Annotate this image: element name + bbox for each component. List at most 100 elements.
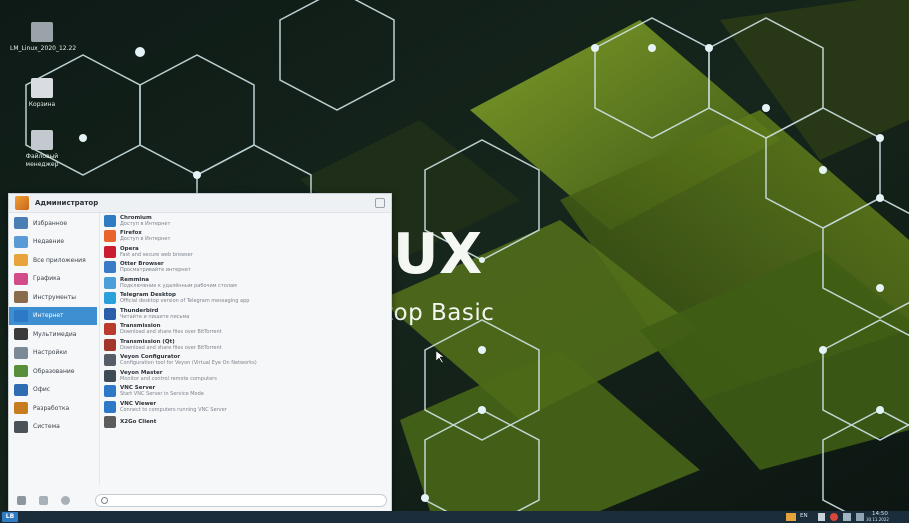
category-item[interactable]: Избранное xyxy=(9,214,97,233)
app-item[interactable]: X2Go Client xyxy=(100,415,388,431)
category-item[interactable]: Система xyxy=(9,418,97,437)
category-label: Все приложения xyxy=(33,256,86,264)
app-item[interactable]: Opera Fast and secure web browser xyxy=(100,244,388,260)
trash-icon xyxy=(31,78,53,98)
search-input[interactable] xyxy=(112,496,366,505)
category-icon xyxy=(14,365,28,378)
category-icon xyxy=(14,235,28,248)
app-item[interactable]: Telegram Desktop Official desktop version… xyxy=(100,291,388,307)
computer-icon[interactable] xyxy=(17,496,26,505)
app-description: Download and share files over BitTorrent xyxy=(120,344,222,351)
category-icon xyxy=(14,402,28,415)
network-icon[interactable] xyxy=(843,513,851,521)
browser-icon[interactable] xyxy=(830,513,838,521)
category-item[interactable]: Инструменты xyxy=(9,288,97,307)
category-label: Мультимедиа xyxy=(33,330,77,338)
app-item[interactable]: Veyon Configurator Configuration tool for… xyxy=(100,353,388,369)
clipboard-icon[interactable] xyxy=(818,513,825,521)
app-icon xyxy=(104,369,116,382)
category-item[interactable]: Графика xyxy=(9,270,97,289)
category-icon xyxy=(14,217,28,230)
history-icon[interactable] xyxy=(39,496,48,505)
user-avatar-icon xyxy=(15,196,29,210)
menu-bottom-bar xyxy=(9,490,391,512)
category-label: Недавние xyxy=(33,238,65,246)
mouse-cursor-icon xyxy=(436,351,445,363)
category-icon xyxy=(14,272,28,285)
search-box[interactable] xyxy=(95,494,387,507)
app-item[interactable]: Transmission (Qt) Download and share file… xyxy=(100,337,388,353)
app-description: Start VNC Server in Service Mode xyxy=(120,391,204,398)
category-icon xyxy=(14,328,28,341)
app-description: Читайте и пишите письма xyxy=(120,313,190,320)
app-icon xyxy=(104,292,116,305)
search-icon xyxy=(101,497,108,504)
category-label: Образование xyxy=(33,367,75,375)
category-icon xyxy=(14,309,28,322)
category-icon xyxy=(14,420,28,433)
app-icon xyxy=(104,261,116,274)
desktop-icon-label: Файловый менеджер xyxy=(25,153,59,168)
category-label: Офис xyxy=(33,386,51,394)
computer-icon xyxy=(31,22,53,42)
app-name: X2Go Client xyxy=(120,419,157,426)
app-item[interactable]: Thunderbird Читайте и пишите письма xyxy=(100,306,388,322)
app-icon xyxy=(104,354,116,367)
category-icon xyxy=(14,291,28,304)
category-icon xyxy=(14,383,28,396)
wallpaper-subtitle: top Basic xyxy=(384,300,495,326)
keyboard-layout[interactable]: EN xyxy=(800,513,808,519)
menu-header: Администратор xyxy=(9,194,391,213)
category-item[interactable]: Настройки xyxy=(9,344,97,363)
app-item[interactable]: Veyon Master Monitor and control remote c… xyxy=(100,368,388,384)
app-icon xyxy=(104,276,116,289)
app-description: Доступ в Интернет xyxy=(120,236,171,243)
folder-icon[interactable] xyxy=(786,513,796,521)
app-description: Configuration tool for Veyon (Virtual Ey… xyxy=(120,360,257,367)
desktop-icon-trash[interactable]: Корзина xyxy=(10,78,74,109)
category-item[interactable]: Мультимедиа xyxy=(9,325,97,344)
app-item[interactable]: Transmission Download and share files ove… xyxy=(100,322,388,338)
app-item[interactable]: Firefox Доступ в Интернет xyxy=(100,229,388,245)
category-label: Интернет xyxy=(33,312,64,320)
app-item[interactable]: Chromium Доступ в Интернет xyxy=(100,213,388,229)
category-item[interactable]: Недавние xyxy=(9,233,97,252)
app-icon xyxy=(104,323,116,336)
category-icon xyxy=(14,254,28,267)
category-label: Избранное xyxy=(33,219,68,227)
pin-menu-icon[interactable] xyxy=(375,198,385,208)
category-label: Графика xyxy=(33,275,61,283)
category-item[interactable]: Разработка xyxy=(9,399,97,418)
category-item[interactable]: Интернет xyxy=(9,306,97,325)
power-icon[interactable] xyxy=(61,496,70,505)
category-label: Разработка xyxy=(33,404,70,412)
app-icon xyxy=(104,230,116,243)
clock-date[interactable]: 30.11.2022 xyxy=(866,517,889,522)
category-item[interactable]: Образование xyxy=(9,362,97,381)
category-item[interactable]: Все приложения xyxy=(9,251,97,270)
app-icon xyxy=(104,385,116,398)
category-label: Система xyxy=(33,423,60,431)
category-label: Инструменты xyxy=(33,293,76,301)
app-icon xyxy=(104,416,116,429)
app-icon xyxy=(104,214,116,227)
app-description: Monitor and control remote computers xyxy=(120,375,217,382)
desktop-icon-linux[interactable]: LM_Linux_2020_12.22 xyxy=(10,22,77,53)
folder-icon xyxy=(31,130,53,150)
app-description: Download and share files over BitTorrent xyxy=(120,329,222,336)
app-list: Chromium Доступ в Интернет Firefox Доступ в… xyxy=(99,213,388,485)
start-menu-button[interactable]: LB xyxy=(2,512,18,522)
category-item[interactable]: Офис xyxy=(9,381,97,400)
app-description: Подключение к удалённым рабочим столам xyxy=(120,282,237,289)
desktop-icon-file-manager[interactable]: Файловый менеджер xyxy=(10,130,74,169)
app-item[interactable]: VNC Viewer Connect to computers running V… xyxy=(100,399,388,415)
app-item[interactable]: Remmina Подключение к удалённым рабочим с… xyxy=(100,275,388,291)
category-list: Избранное Недавние Все приложения Графика Ин… xyxy=(9,214,97,476)
app-icon xyxy=(104,338,116,351)
app-item[interactable]: Otter Browser Просматривайте интернет xyxy=(100,260,388,276)
app-description: Official desktop version of Telegram mes… xyxy=(120,298,250,305)
app-item[interactable]: VNC Server Start VNC Server in Service Mo… xyxy=(100,384,388,400)
volume-icon[interactable] xyxy=(856,513,864,521)
app-icon xyxy=(104,245,116,258)
desktop-icon-label: LM_Linux_2020_12.22 xyxy=(10,45,77,52)
